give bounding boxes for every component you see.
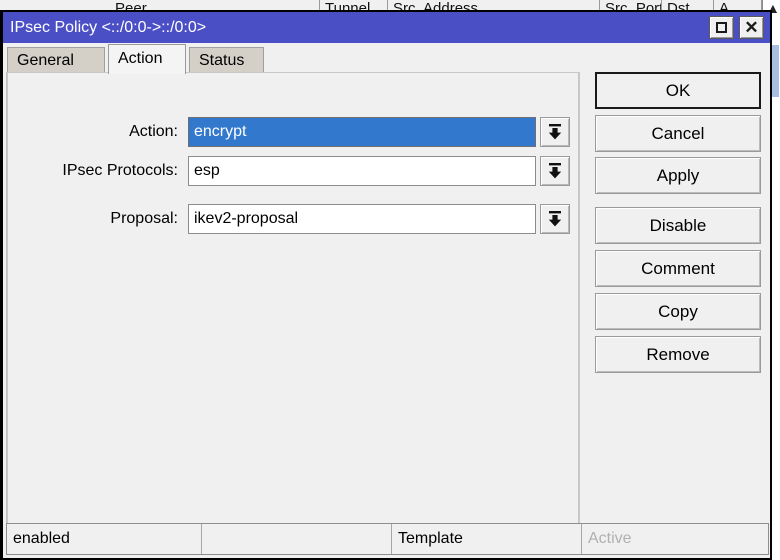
- tab-general[interactable]: General: [7, 47, 105, 74]
- ipsec-protocols-dropdown-button[interactable]: [540, 156, 570, 186]
- label-proposal: Proposal:: [110, 210, 178, 227]
- action-dropdown-button[interactable]: [540, 117, 570, 147]
- ok-button[interactable]: OK: [595, 72, 761, 109]
- proposal-dropdown-button[interactable]: [540, 204, 570, 234]
- chevron-down-icon: [541, 162, 569, 180]
- field-row-ipsec-protocols: IPsec Protocols: esp: [8, 156, 578, 186]
- ipsec-policy-dialog: IPsec Policy <::/0:0->::/0:0> ✕ General A…: [0, 10, 772, 560]
- comment-button[interactable]: Comment: [595, 250, 761, 287]
- label-ipsec-protocols: IPsec Protocols:: [62, 162, 178, 179]
- close-icon: ✕: [744, 18, 759, 37]
- dialog-title: IPsec Policy <::/0:0->::/0:0>: [10, 19, 207, 36]
- tab-strip: General Action Status: [3, 43, 770, 74]
- ipsec-protocols-input[interactable]: esp: [188, 156, 536, 186]
- maximize-icon: [716, 22, 727, 33]
- action-input[interactable]: encrypt: [188, 117, 536, 147]
- close-button[interactable]: ✕: [739, 16, 764, 39]
- action-tab-panel: Action: encrypt IPsec Protocols: esp Proposa…: [7, 72, 579, 524]
- status-bar: enabled Template Active: [6, 523, 769, 555]
- status-cell-empty: [201, 524, 391, 554]
- status-cell-active: Active: [581, 524, 768, 554]
- label-action: Action:: [129, 123, 178, 140]
- apply-button[interactable]: Apply: [595, 157, 761, 194]
- dialog-titlebar[interactable]: IPsec Policy <::/0:0->::/0:0> ✕: [3, 12, 770, 43]
- tab-status[interactable]: Status: [189, 47, 264, 74]
- chevron-down-icon: [541, 123, 569, 141]
- proposal-input[interactable]: ikev2-proposal: [188, 204, 536, 234]
- tab-action[interactable]: Action: [108, 44, 186, 74]
- status-cell-enabled: enabled: [13, 530, 70, 547]
- maximize-button[interactable]: [709, 16, 734, 39]
- remove-button[interactable]: Remove: [595, 336, 761, 373]
- chevron-down-icon: [541, 210, 569, 228]
- panel-divider: [579, 72, 580, 524]
- disable-button[interactable]: Disable: [595, 207, 761, 244]
- cancel-button[interactable]: Cancel: [595, 115, 761, 152]
- field-row-action: Action: encrypt: [8, 117, 578, 147]
- status-cell-template: Template: [391, 524, 581, 554]
- copy-button[interactable]: Copy: [595, 293, 761, 330]
- field-row-proposal: Proposal: ikev2-proposal: [8, 204, 578, 234]
